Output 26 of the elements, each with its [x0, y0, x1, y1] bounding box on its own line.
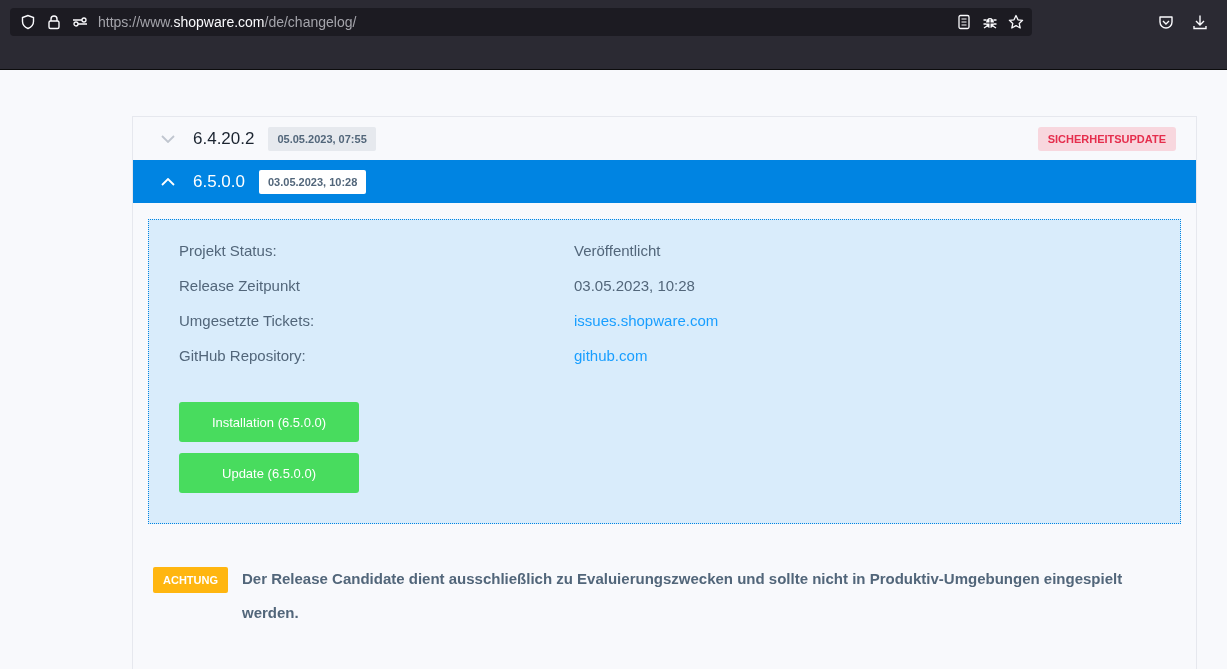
version-number: 6.5.0.0 — [193, 171, 245, 192]
detail-label: Release Zeitpunkt — [179, 277, 301, 294]
warning-badge: ACHTUNG — [153, 567, 228, 593]
release-header[interactable]: 6.5.0.0 03.05.2023, 10:28 — [133, 160, 1196, 203]
release-date-badge: 03.05.2023, 10:28 — [259, 169, 367, 194]
star-icon[interactable] — [1008, 14, 1024, 30]
notice-text: Der Release Candidate dient ausschließlich zu Evaluierungszwecken und sollte nicht in Produktiv-Umgebungen eingespielt werden. — [242, 569, 1124, 623]
download-icon[interactable] — [1192, 14, 1208, 30]
detail-label: GitHub Repository: — [179, 347, 307, 364]
reader-view-icon[interactable] — [956, 14, 972, 30]
security-update-badge: SICHERHEITSUPDATE — [1037, 126, 1176, 151]
url-text[interactable]: https://www.shopware.com/de/changelog/ — [98, 14, 946, 30]
pocket-icon[interactable] — [1158, 14, 1174, 30]
release-header[interactable]: 6.4.20.2 05.05.2023, 07:55 SICHERHEITSUPDATE — [133, 117, 1196, 160]
release-date-badge: 05.05.2023, 07:55 — [268, 126, 376, 151]
detail-label: Projekt Status: — [179, 242, 278, 259]
detail-label: Umgesetzte Tickets: — [179, 312, 316, 329]
chevron-icon — [161, 134, 175, 143]
chevron-icon — [161, 177, 175, 186]
detail-value: 03.05.2023, 10:28 — [574, 277, 696, 294]
shield-icon[interactable] — [20, 14, 36, 30]
detail-value: Veröffentlicht — [574, 242, 662, 259]
address-bar[interactable]: https://www.shopware.com/de/changelog/ — [10, 8, 1032, 36]
permissions-icon[interactable] — [72, 14, 88, 30]
version-number: 6.4.20.2 — [193, 128, 255, 149]
lock-icon[interactable] — [46, 14, 62, 30]
